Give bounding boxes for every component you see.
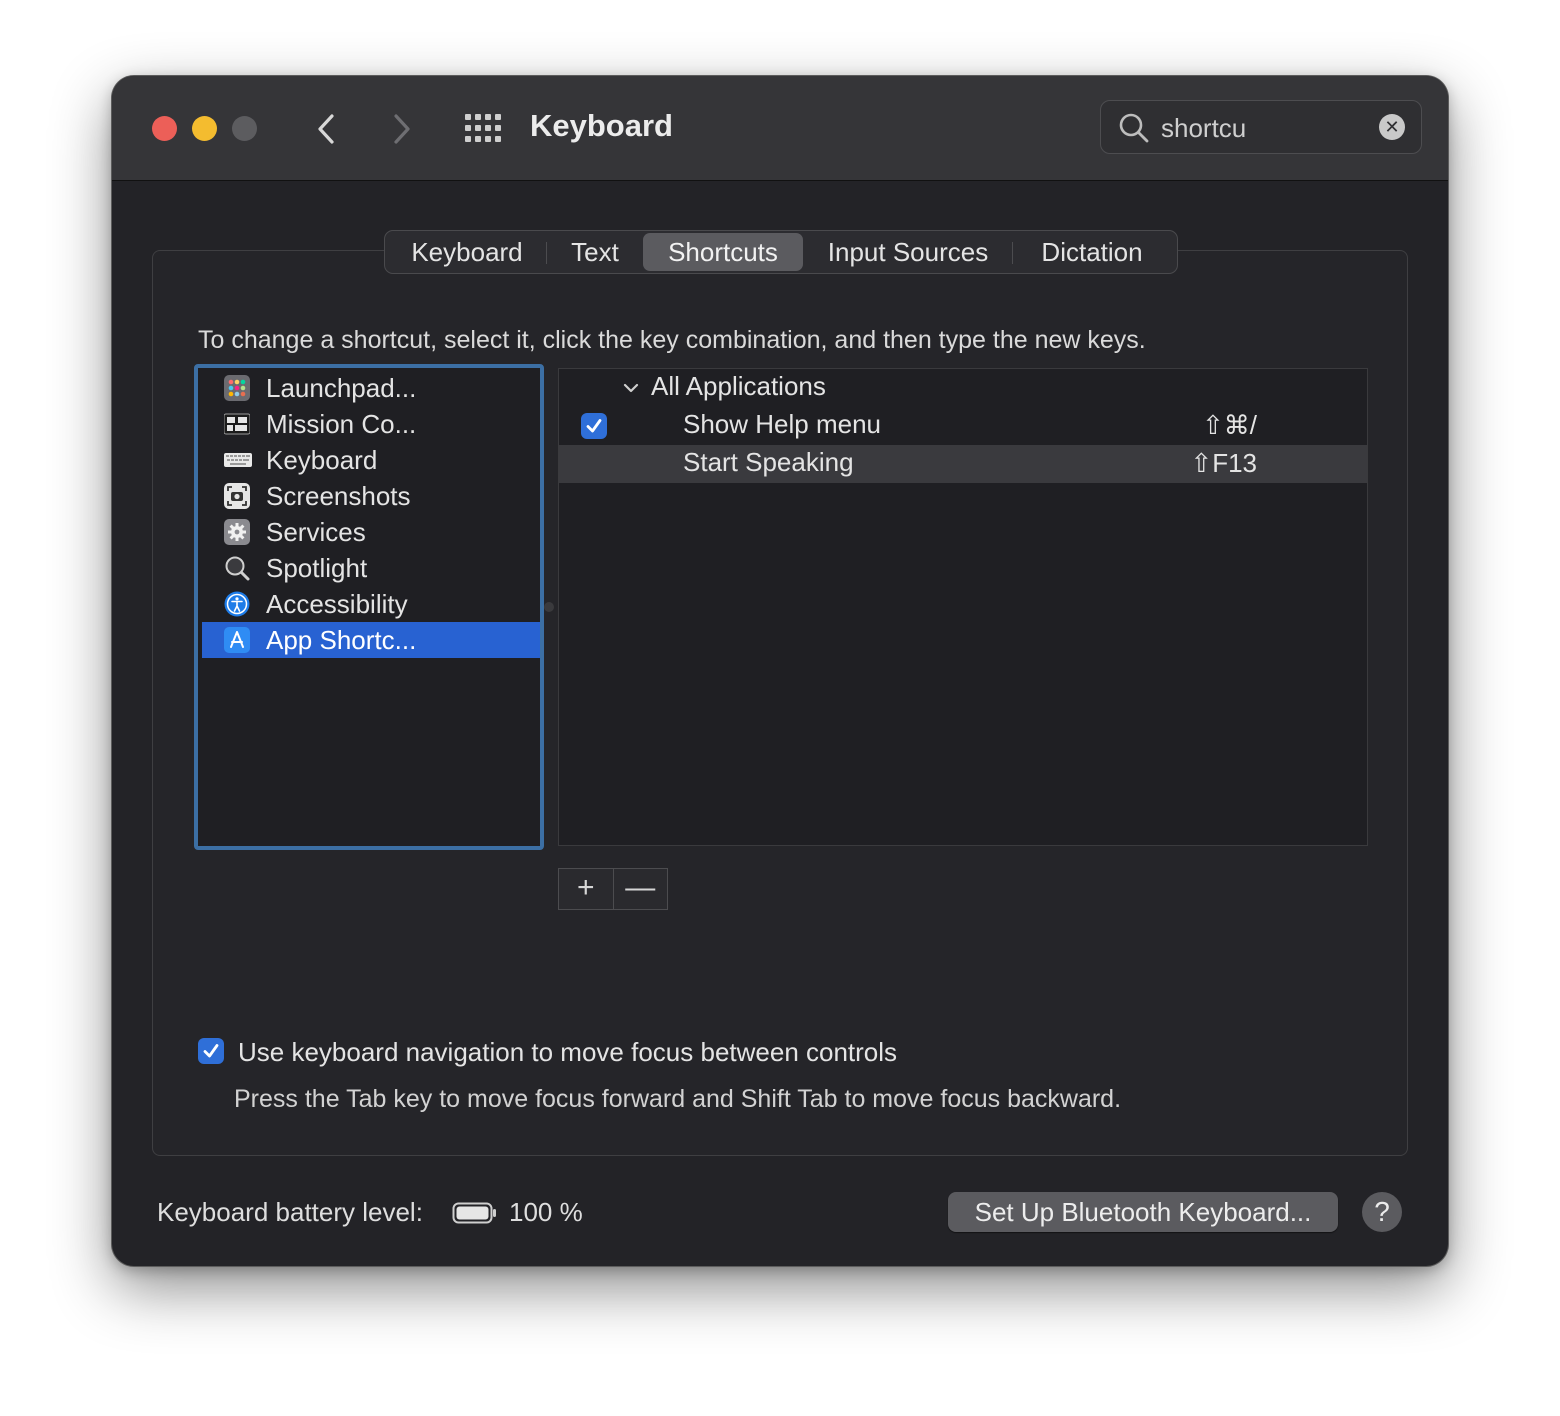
disclosure-chevron-down-icon[interactable]: [621, 378, 641, 398]
category-item[interactable]: Screenshots: [202, 478, 540, 514]
keyboard-icon: [224, 447, 252, 473]
category-item[interactable]: Mission Co...: [202, 406, 540, 442]
mission-control-icon: [223, 411, 251, 437]
search-field[interactable]: ✕: [1100, 100, 1422, 154]
category-label: App Shortc...: [266, 625, 417, 655]
set-up-bluetooth-keyboard-button[interactable]: Set Up Bluetooth Keyboard...: [948, 1192, 1338, 1232]
back-chevron-icon[interactable]: [310, 110, 344, 148]
tab-input-sources[interactable]: Input Sources: [803, 233, 1013, 271]
tab-dictation[interactable]: Dictation: [1013, 233, 1171, 271]
search-input[interactable]: [1159, 109, 1373, 147]
shortcut-name: Show Help menu: [683, 409, 881, 439]
category-item[interactable]: Accessibility: [202, 586, 540, 622]
shortcut-row[interactable]: Show Help menu ⇧⌘/: [559, 407, 1367, 445]
keyboard-navigation-label[interactable]: Use keyboard navigation to move focus be…: [238, 1037, 897, 1068]
tab-bar: Keyboard Text Shortcuts Input Sources Dictat…: [384, 230, 1178, 274]
category-item[interactable]: Launchpad...: [202, 370, 540, 406]
category-label: Screenshots: [266, 481, 411, 511]
instruction-text: To change a shortcut, select it, click t…: [198, 326, 1146, 354]
remove-shortcut-button[interactable]: —: [614, 869, 668, 909]
zoom-button[interactable]: [232, 116, 257, 141]
app-store-icon: [224, 627, 250, 653]
battery-level-value: 100 %: [509, 1197, 583, 1227]
title-bar: Keyboard ✕: [112, 76, 1448, 181]
clear-search-icon[interactable]: ✕: [1379, 114, 1405, 140]
split-view-divider-handle[interactable]: [544, 602, 554, 612]
screenshot-icon: [224, 483, 250, 509]
category-item[interactable]: Spotlight: [202, 550, 540, 586]
keyboard-navigation-description: Press the Tab key to move focus forward …: [234, 1085, 1122, 1113]
category-label: Services: [266, 517, 366, 547]
category-item[interactable]: App Shortc...: [202, 622, 540, 658]
group-row-all-applications[interactable]: All Applications: [559, 369, 1367, 407]
shortcut-key-combination[interactable]: ⇧⌘/: [1202, 410, 1257, 441]
search-icon: [1119, 113, 1149, 143]
category-label: Keyboard: [266, 445, 378, 475]
tab-shortcuts[interactable]: Shortcuts: [643, 233, 803, 271]
checkmark-icon: [586, 419, 602, 433]
show-all-grid-icon[interactable]: [464, 113, 502, 143]
preferences-window: Keyboard ✕ KeyboardTextShortcutsInput So…: [112, 76, 1448, 1266]
accessibility-icon: [224, 591, 250, 617]
category-label: Spotlight: [266, 553, 368, 583]
category-label: Accessibility: [266, 589, 408, 619]
spotlight-magnifier-icon: [224, 555, 250, 581]
keyboard-navigation-checkbox[interactable]: [198, 1038, 224, 1064]
launchpad-icon: [224, 375, 250, 401]
shortcuts-outline-list[interactable]: All Applications Show Help menu ⇧⌘/ Start …: [558, 368, 1368, 846]
add-shortcut-button[interactable]: +: [559, 869, 614, 909]
category-item[interactable]: Services: [202, 514, 540, 550]
services-gear-icon: [224, 519, 250, 545]
shortcut-enabled-checkbox[interactable]: [581, 413, 607, 439]
category-item[interactable]: Keyboard: [202, 442, 540, 478]
shortcut-name: Start Speaking: [683, 447, 854, 477]
tab-text[interactable]: Text: [547, 233, 643, 271]
close-button[interactable]: [152, 116, 177, 141]
battery-level-label: Keyboard battery level:: [157, 1197, 423, 1227]
shortcut-categories-list[interactable]: Launchpad... Mission Co... Keyboard Screens…: [194, 364, 544, 850]
forward-chevron-icon[interactable]: [384, 110, 418, 148]
category-label: Launchpad...: [266, 373, 417, 403]
shortcut-key-combination[interactable]: ⇧F13: [1190, 448, 1257, 479]
category-label: Mission Co...: [266, 409, 417, 439]
add-remove-control: + —: [558, 868, 668, 910]
minimize-button[interactable]: [192, 116, 217, 141]
group-label: All Applications: [651, 371, 826, 401]
shortcut-row[interactable]: Start Speaking ⇧F13: [559, 445, 1367, 483]
tab-keyboard[interactable]: Keyboard: [387, 233, 547, 271]
checkmark-icon: [203, 1044, 219, 1058]
help-button[interactable]: ?: [1362, 1192, 1402, 1232]
battery-icon: [452, 1202, 496, 1224]
window-title: Keyboard: [530, 108, 673, 143]
